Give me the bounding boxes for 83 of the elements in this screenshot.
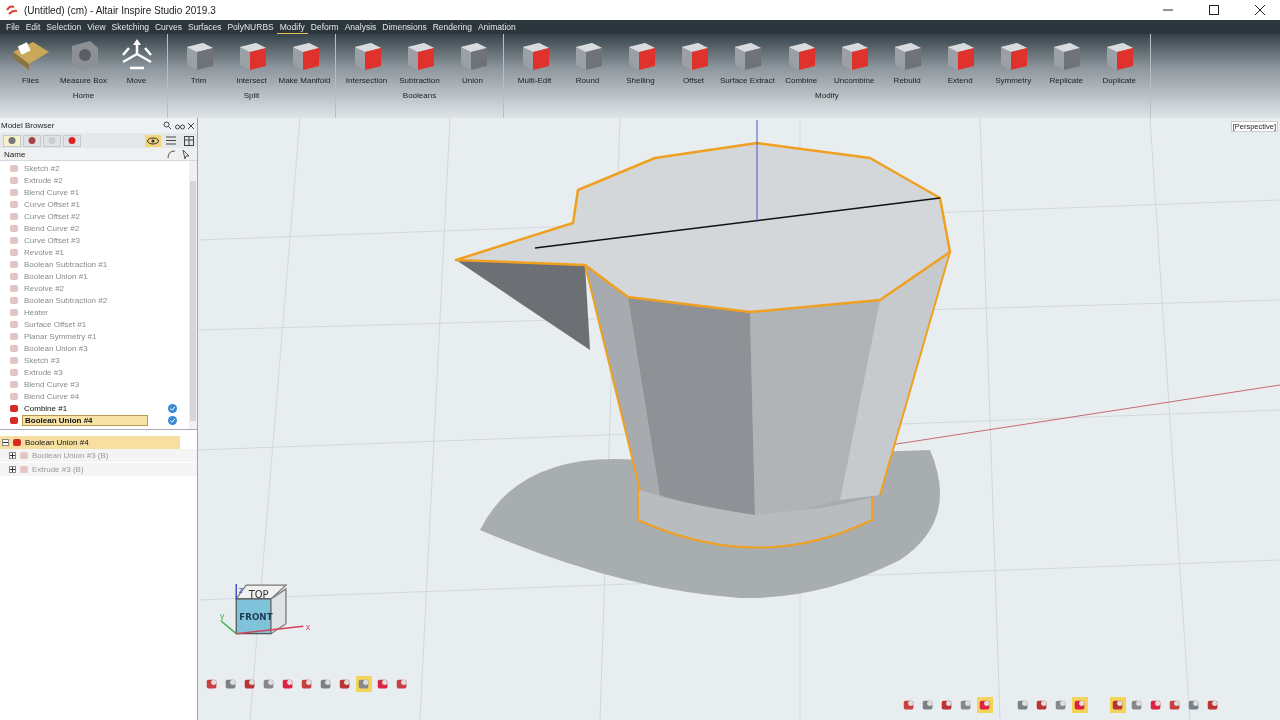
ribbon-tool-button[interactable]: Round	[561, 34, 614, 85]
ribbon-tool-button[interactable]: Extend	[933, 34, 987, 85]
ribbon-tool-button[interactable]: Measure Box	[57, 34, 110, 85]
tree-item[interactable]: Surface Offset #1	[22, 319, 89, 329]
ribbon-tool-button[interactable]: Replicate	[1039, 34, 1093, 85]
ribbon-tool-button[interactable]: Trim	[172, 34, 225, 85]
close-icon[interactable]	[1255, 5, 1265, 15]
ribbon-tool-button[interactable]: Union	[446, 34, 499, 85]
ribbon-tool-button[interactable]: Make Manifold	[278, 34, 331, 85]
tree-item[interactable]: Revolve #2	[22, 283, 67, 293]
eye-button[interactable]	[145, 134, 161, 147]
toolbar-icon[interactable]	[356, 676, 372, 692]
browser-tab[interactable]	[3, 134, 21, 147]
tree-item[interactable]: Sketch #2	[22, 163, 62, 173]
menu-item[interactable]: Animation	[474, 20, 519, 34]
tree-item[interactable]: Boolean Subtraction #1	[22, 259, 110, 269]
tree-item[interactable]: Extrude #2	[22, 175, 65, 185]
ribbon-tool-button[interactable]: Uncombine	[827, 34, 881, 85]
menu-item[interactable]: PolyNURBS	[224, 20, 277, 34]
ribbon-tool-button[interactable]: Move	[110, 34, 163, 85]
tree-item[interactable]: Revolve #1	[22, 247, 67, 257]
tree-item[interactable]: Planar Symmetry #1	[22, 331, 99, 341]
ribbon-tool-button[interactable]: Files	[4, 34, 57, 85]
tree-item[interactable]: Boolean Subtraction #2	[22, 295, 110, 305]
menu-item[interactable]: Edit	[22, 20, 44, 34]
menu-item[interactable]: View	[84, 20, 109, 34]
expand-toggle[interactable]	[9, 466, 16, 473]
ribbon-tool-button[interactable]: Rebuild	[880, 34, 934, 85]
ribbon-tool-button[interactable]: Intersection	[340, 34, 393, 85]
list-view-button[interactable]	[163, 134, 179, 147]
tree-item[interactable]: Blend Curve #2	[22, 223, 82, 233]
menu-item[interactable]: Curves	[151, 20, 185, 34]
tree-item[interactable]: Curve Offset #3	[22, 235, 82, 245]
tree-item[interactable]: Boolean Union #3	[22, 343, 90, 353]
toolbar-icon[interactable]	[977, 697, 993, 713]
tree-item[interactable]: Blend Curve #4	[22, 391, 82, 401]
tree-item[interactable]: Heater	[22, 307, 50, 317]
ribbon-group-label: Home	[72, 91, 95, 100]
tree-item[interactable]: Boolean Union #4	[22, 414, 148, 426]
ribbon-group-label: Modify	[815, 91, 839, 100]
browser-tab[interactable]	[23, 134, 41, 147]
browser-tab[interactable]	[63, 134, 81, 147]
app-logo-icon	[6, 4, 18, 16]
menu-item[interactable]: File	[3, 20, 23, 34]
pointer-icon[interactable]	[182, 149, 191, 159]
menu-item[interactable]: Surfaces	[184, 20, 225, 34]
menu-item[interactable]: Analysis	[341, 20, 380, 34]
menu-item[interactable]: Selection	[43, 20, 85, 34]
ribbon-tool-button[interactable]: Intersect	[225, 34, 278, 85]
collapse-toggle[interactable]	[2, 439, 9, 446]
ribbon-tool-button[interactable]: Offset	[667, 34, 720, 85]
ribbon-tool-button[interactable]: Subtraction	[393, 34, 446, 85]
search-icon[interactable]	[163, 121, 173, 130]
table-view-button[interactable]	[181, 134, 197, 147]
panel-title: Model Browser	[1, 121, 56, 130]
ribbon-tool-button[interactable]: Multi-Edit	[508, 34, 561, 85]
ribbon-group-label: Split	[243, 91, 260, 100]
ribbon-tool-button[interactable]: Duplicate	[1092, 34, 1146, 85]
menu-item[interactable]: Rendering	[429, 20, 475, 34]
tree-item[interactable]: Curve Offset #2	[22, 211, 82, 221]
tree-item[interactable]: Sketch #3	[22, 355, 62, 365]
tree-item[interactable]: Combine #1	[22, 403, 70, 413]
ribbon-tool-button[interactable]: Shelling	[614, 34, 667, 85]
toolbar-icon[interactable]	[1072, 697, 1088, 713]
tree-item[interactable]: Boolean Union #1	[22, 271, 90, 281]
ribbon-tool-button[interactable]: Surface Extract	[720, 34, 775, 85]
scrollbar[interactable]	[189, 161, 197, 429]
window-title: (Untitled) (cm) - Altair Inspire Studio 2019.3	[24, 4, 217, 16]
tree-item[interactable]: Extrude #3	[22, 367, 65, 377]
binoculars-icon[interactable]	[174, 121, 185, 130]
toolbar-icon[interactable]	[1110, 697, 1126, 713]
ribbon-tool-button[interactable]: Symmetry	[986, 34, 1040, 85]
tree-item[interactable]: Blend Curve #1	[22, 187, 82, 197]
tree-item[interactable]: Curve Offset #1	[22, 199, 82, 209]
menu-item[interactable]: Dimensions	[379, 20, 430, 34]
ribbon-tool-button[interactable]: Combine	[774, 34, 828, 85]
tree-item[interactable]: Blend Curve #3	[22, 379, 82, 389]
ribbon-group-label: Booleans	[402, 91, 437, 100]
close-icon[interactable]	[186, 121, 195, 130]
menu-item[interactable]: Sketching	[108, 20, 152, 34]
menu-item[interactable]: Deform	[307, 20, 342, 34]
expand-toggle[interactable]	[9, 452, 16, 459]
maximize-icon[interactable]	[1209, 5, 1219, 15]
